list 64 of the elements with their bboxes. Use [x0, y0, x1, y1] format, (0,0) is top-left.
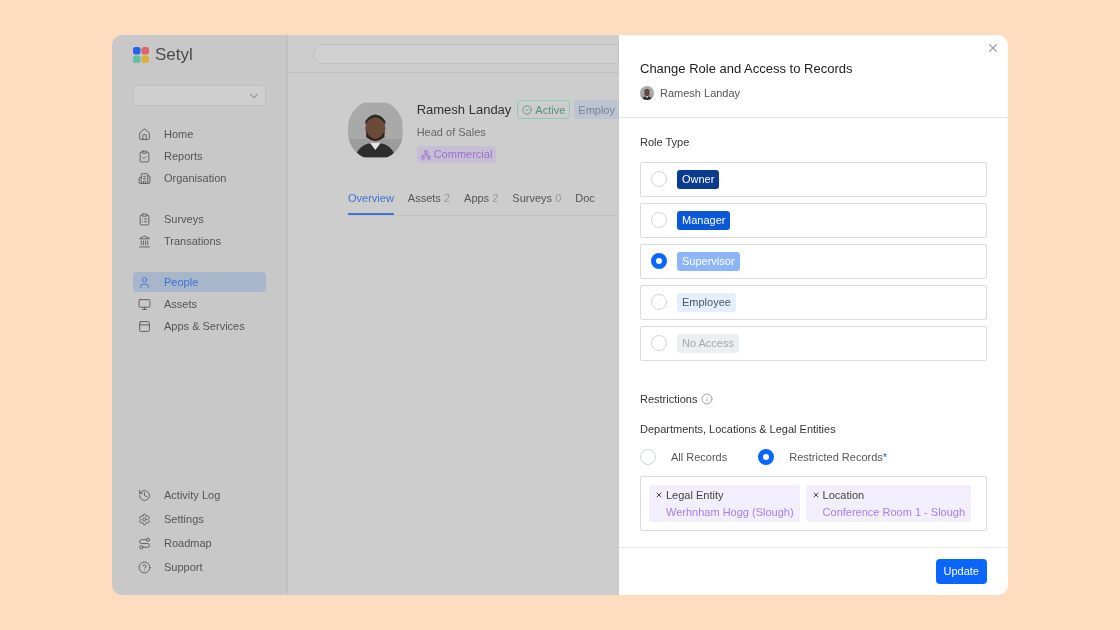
logo-text: Setyl	[155, 44, 193, 67]
dropdown[interactable]	[133, 85, 266, 106]
job-title: Head of Sales	[416, 124, 487, 140]
radio-label: All Records	[671, 449, 728, 465]
nav-item[interactable]: Transations	[133, 231, 266, 251]
logo-icon	[133, 47, 149, 63]
clipboard-icon	[138, 212, 151, 226]
section-heading: Role Type	[640, 135, 691, 150]
nav-item[interactable]: Reports	[133, 146, 266, 166]
settings-icon	[138, 512, 151, 526]
tag-field[interactable]: Legal Entity Werhnham Hogg (Slough) Location Conference Room 1 - Slough	[640, 476, 987, 531]
tab[interactable]: Doc	[575, 190, 595, 215]
role-badge: Manager	[677, 210, 731, 230]
hierarchy-icon	[420, 149, 431, 160]
radio-label: Restricted Records*	[789, 449, 888, 465]
nav-item[interactable]: Roadmap	[133, 533, 266, 553]
search-field[interactable]	[313, 43, 619, 64]
person-name: Ramesh Landay	[416, 101, 512, 119]
nav-item[interactable]: Apps & Services	[133, 316, 266, 336]
remove-icon[interactable]	[655, 491, 663, 500]
clipboard-check-icon	[138, 149, 151, 163]
section-heading: Restrictions	[640, 391, 698, 407]
building-icon	[138, 171, 151, 185]
radio-button[interactable]	[758, 448, 775, 465]
status-badge: Active	[517, 100, 571, 120]
bank-icon	[138, 234, 151, 248]
home-icon	[138, 127, 151, 141]
route-icon	[138, 536, 151, 550]
role-option[interactable]: Manager	[640, 202, 987, 238]
help-icon	[138, 560, 151, 574]
department-tag: Commercial	[416, 146, 497, 163]
nav-item[interactable]: Home	[133, 124, 266, 144]
role-badge: Employ	[574, 100, 619, 120]
nav-item[interactable]: Surveys	[133, 209, 266, 229]
nav-item[interactable]: People	[133, 272, 266, 292]
check-icon	[522, 104, 533, 115]
drawer-title: Change Role and Access to Records	[640, 60, 854, 78]
tag-value: Werhnham Hogg (Slough)	[665, 504, 794, 520]
role-badge: Supervisor	[677, 251, 740, 271]
info-icon	[701, 392, 714, 405]
tag-value: Conference Room 1 - Slough	[821, 504, 966, 520]
role-option[interactable]: Employee	[640, 284, 987, 320]
tab[interactable]: Overview	[348, 190, 394, 215]
person-name: Ramesh Landay	[660, 85, 741, 101]
history-icon	[138, 488, 151, 502]
tag-type: Legal Entity	[666, 488, 724, 503]
nav-item[interactable]: Activity Log	[133, 485, 266, 505]
remove-icon[interactable]	[811, 491, 820, 500]
role-option[interactable]: Owner	[640, 161, 987, 197]
nav-item[interactable]: Settings	[133, 509, 266, 529]
person-icon	[138, 275, 151, 289]
radio-button[interactable]	[651, 253, 667, 269]
window-icon	[138, 319, 151, 333]
role-badge: Employee	[677, 292, 736, 312]
tag-type: Location	[822, 488, 865, 503]
nav-item[interactable]: Assets	[133, 294, 266, 314]
nav-item[interactable]: Organisation	[133, 168, 266, 188]
monitor-icon	[138, 297, 151, 311]
close-icon[interactable]	[986, 41, 1000, 55]
nav-item[interactable]: Support	[133, 557, 266, 577]
section-heading: Departments, Locations & Legal Entities	[640, 422, 837, 437]
role-badge: Owner	[677, 169, 720, 189]
update-button[interactable]: Update	[935, 559, 987, 584]
role-badge: No Access	[677, 333, 739, 353]
